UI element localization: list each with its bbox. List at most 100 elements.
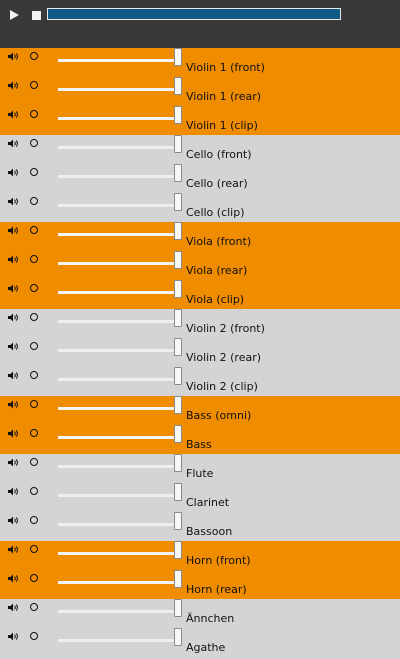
volume-slider-thumb[interactable] xyxy=(174,193,182,211)
solo-radio[interactable] xyxy=(30,429,38,437)
volume-slider[interactable] xyxy=(58,251,182,269)
volume-slider-thumb[interactable] xyxy=(174,367,182,385)
speaker-icon[interactable] xyxy=(8,284,19,293)
track-row: Cello (rear) xyxy=(0,164,400,193)
speaker-icon[interactable] xyxy=(8,632,19,641)
solo-radio[interactable] xyxy=(30,516,38,524)
volume-slider[interactable] xyxy=(58,135,182,153)
volume-slider[interactable] xyxy=(58,396,182,414)
volume-slider[interactable] xyxy=(58,309,182,327)
speaker-icon[interactable] xyxy=(8,139,19,148)
track-label: Violin 2 (clip) xyxy=(186,380,258,393)
volume-slider[interactable] xyxy=(58,628,182,646)
volume-slider-thumb[interactable] xyxy=(174,425,182,443)
solo-radio[interactable] xyxy=(30,81,38,89)
play-icon[interactable] xyxy=(10,10,19,20)
volume-slider-thumb[interactable] xyxy=(174,599,182,617)
track-row: Viola (front) xyxy=(0,222,400,251)
track-label: Cello (front) xyxy=(186,148,252,161)
volume-slider[interactable] xyxy=(58,454,182,472)
track-label: Violin 1 (clip) xyxy=(186,119,258,132)
volume-slider[interactable] xyxy=(58,512,182,530)
volume-slider[interactable] xyxy=(58,570,182,588)
volume-slider-thumb[interactable] xyxy=(174,135,182,153)
volume-slider[interactable] xyxy=(58,280,182,298)
track-label: Violin 1 (front) xyxy=(186,61,265,74)
solo-radio[interactable] xyxy=(30,371,38,379)
volume-slider-thumb[interactable] xyxy=(174,396,182,414)
volume-slider[interactable] xyxy=(58,222,182,240)
volume-slider[interactable] xyxy=(58,338,182,356)
solo-radio[interactable] xyxy=(30,168,38,176)
volume-slider-thumb[interactable] xyxy=(174,48,182,66)
track-row: Cello (front) xyxy=(0,135,400,164)
volume-slider-thumb[interactable] xyxy=(174,222,182,240)
volume-slider[interactable] xyxy=(58,599,182,617)
stop-icon[interactable] xyxy=(32,11,41,20)
solo-radio[interactable] xyxy=(30,603,38,611)
solo-radio[interactable] xyxy=(30,255,38,263)
speaker-icon[interactable] xyxy=(8,429,19,438)
solo-radio[interactable] xyxy=(30,545,38,553)
solo-radio[interactable] xyxy=(30,458,38,466)
volume-slider[interactable] xyxy=(58,193,182,211)
track-row: Viola (clip) xyxy=(0,280,400,309)
volume-slider-thumb[interactable] xyxy=(174,454,182,472)
solo-radio[interactable] xyxy=(30,139,38,147)
track-label: Bass xyxy=(186,438,212,451)
volume-slider[interactable] xyxy=(58,367,182,385)
volume-slider[interactable] xyxy=(58,106,182,124)
progress-bar[interactable] xyxy=(47,8,341,20)
volume-slider-thumb[interactable] xyxy=(174,77,182,95)
speaker-icon[interactable] xyxy=(8,81,19,90)
volume-slider[interactable] xyxy=(58,425,182,443)
speaker-icon[interactable] xyxy=(8,545,19,554)
solo-radio[interactable] xyxy=(30,197,38,205)
solo-radio[interactable] xyxy=(30,284,38,292)
solo-radio[interactable] xyxy=(30,110,38,118)
track-row: Ännchen xyxy=(0,599,400,628)
volume-slider[interactable] xyxy=(58,541,182,559)
solo-radio[interactable] xyxy=(30,632,38,640)
volume-slider-thumb[interactable] xyxy=(174,164,182,182)
speaker-icon[interactable] xyxy=(8,168,19,177)
speaker-icon[interactable] xyxy=(8,52,19,61)
speaker-icon[interactable] xyxy=(8,458,19,467)
track-row: Violin 1 (front) xyxy=(0,48,400,77)
solo-radio[interactable] xyxy=(30,400,38,408)
volume-slider[interactable] xyxy=(58,77,182,95)
volume-slider-thumb[interactable] xyxy=(174,309,182,327)
speaker-icon[interactable] xyxy=(8,255,19,264)
speaker-icon[interactable] xyxy=(8,313,19,322)
speaker-icon[interactable] xyxy=(8,516,19,525)
volume-slider-thumb[interactable] xyxy=(174,338,182,356)
speaker-icon[interactable] xyxy=(8,371,19,380)
volume-slider[interactable] xyxy=(58,164,182,182)
volume-slider-thumb[interactable] xyxy=(174,541,182,559)
volume-slider-thumb[interactable] xyxy=(174,570,182,588)
track-label: Agathe xyxy=(186,641,226,654)
volume-slider[interactable] xyxy=(58,48,182,66)
track-label: Violin 2 (rear) xyxy=(186,351,262,364)
volume-slider-thumb[interactable] xyxy=(174,512,182,530)
volume-slider-thumb[interactable] xyxy=(174,483,182,501)
solo-radio[interactable] xyxy=(30,574,38,582)
volume-slider-thumb[interactable] xyxy=(174,280,182,298)
speaker-icon[interactable] xyxy=(8,110,19,119)
volume-slider-thumb[interactable] xyxy=(174,106,182,124)
speaker-icon[interactable] xyxy=(8,574,19,583)
solo-radio[interactable] xyxy=(30,313,38,321)
speaker-icon[interactable] xyxy=(8,197,19,206)
volume-slider[interactable] xyxy=(58,483,182,501)
speaker-icon[interactable] xyxy=(8,487,19,496)
speaker-icon[interactable] xyxy=(8,400,19,409)
speaker-icon[interactable] xyxy=(8,603,19,612)
solo-radio[interactable] xyxy=(30,342,38,350)
volume-slider-thumb[interactable] xyxy=(174,628,182,646)
speaker-icon[interactable] xyxy=(8,342,19,351)
solo-radio[interactable] xyxy=(30,487,38,495)
speaker-icon[interactable] xyxy=(8,226,19,235)
solo-radio[interactable] xyxy=(30,226,38,234)
volume-slider-thumb[interactable] xyxy=(174,251,182,269)
solo-radio[interactable] xyxy=(30,52,38,60)
